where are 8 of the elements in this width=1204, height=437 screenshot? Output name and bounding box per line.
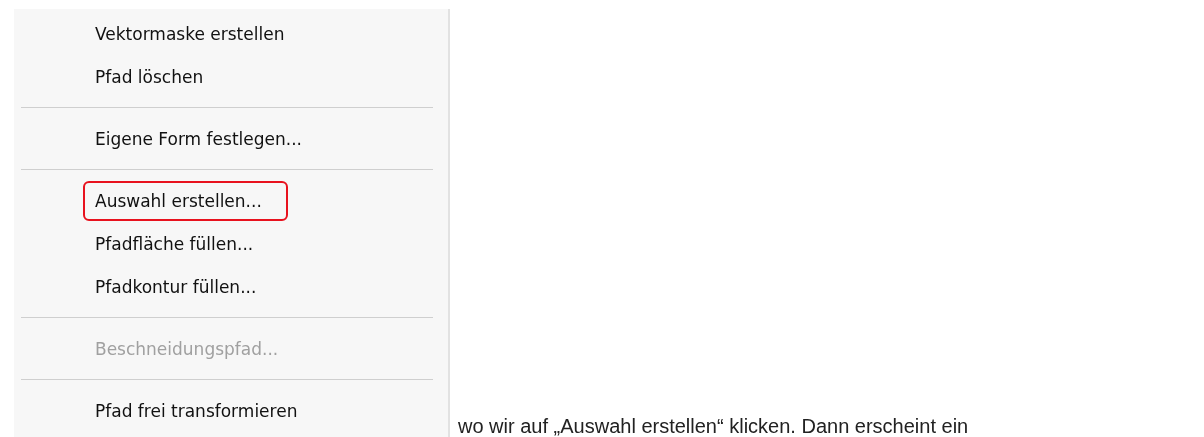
- menu-item[interactable]: Pfadfläche füllen...: [83, 223, 266, 264]
- menu-item[interactable]: Vektormaske erstellen: [83, 13, 297, 54]
- menu-item[interactable]: Pfad frei transformieren: [83, 390, 310, 431]
- menu-item[interactable]: Pfad löschen: [83, 56, 216, 97]
- menu-item[interactable]: Eigene Form festlegen...: [83, 118, 314, 159]
- paragraph: wo wir auf „Auswahl erstellen“ klicken. Dann erscheint ein: [458, 415, 969, 437]
- menu-item[interactable]: Auswahl erstellen...: [83, 180, 288, 221]
- menu-item[interactable]: Pfadkontur füllen...: [83, 266, 269, 307]
